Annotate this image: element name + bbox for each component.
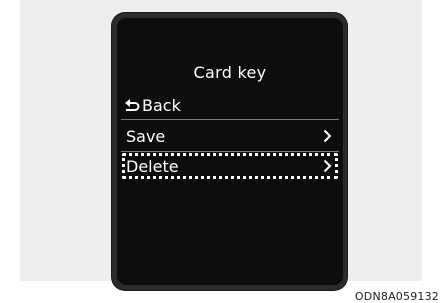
illustration: Card key Back Save Delete ODN8A059132 xyxy=(0,0,441,303)
menu-item-save[interactable]: Save xyxy=(122,123,338,149)
screen-title: Card key xyxy=(193,63,267,82)
chevron-right-icon xyxy=(323,129,332,143)
divider xyxy=(121,119,339,120)
menu-item-delete[interactable]: Delete xyxy=(122,153,338,179)
figure-code: ODN8A059132 xyxy=(354,290,439,303)
menu-item-label: Save xyxy=(126,126,166,146)
back-arrow-icon xyxy=(125,99,140,111)
menu-item-label: Delete xyxy=(126,156,179,176)
divider xyxy=(121,151,339,152)
back-label: Back xyxy=(142,95,181,115)
back-button[interactable]: Back xyxy=(124,94,181,116)
chevron-right-icon xyxy=(323,159,332,173)
cluster-screen: Card key Back Save Delete xyxy=(117,18,343,285)
